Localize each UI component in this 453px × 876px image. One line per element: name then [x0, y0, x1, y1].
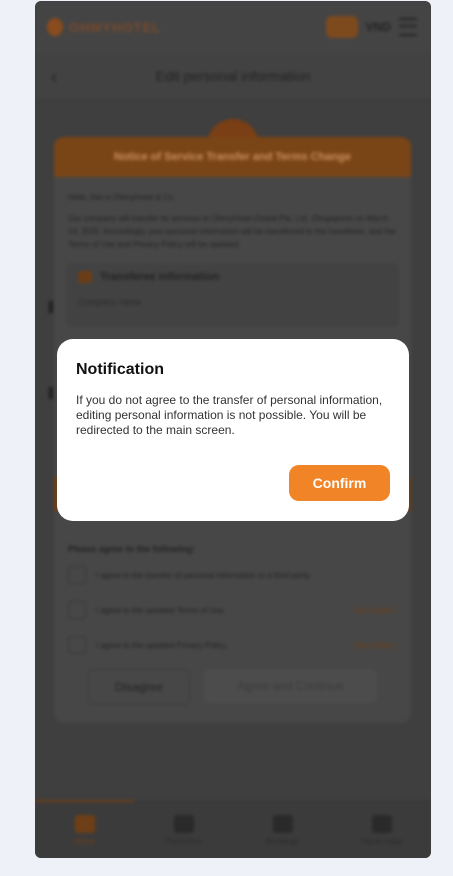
back-arrow-icon[interactable]: ‹ — [51, 67, 57, 88]
nav-label: Home — [73, 837, 96, 846]
brand-logo[interactable]: OHMYHOTEL — [47, 18, 161, 36]
home-icon — [74, 815, 95, 833]
nav-item-home[interactable]: Home — [35, 802, 134, 858]
agree-title: Please agree to the following: — [68, 544, 196, 554]
nav-item-promotion[interactable]: Promotion — [134, 802, 233, 858]
brand-name: OHMYHOTEL — [69, 19, 162, 35]
agreement-checkbox[interactable] — [68, 601, 86, 619]
bookings-icon — [272, 815, 293, 833]
company-name-label: Company name — [78, 297, 142, 307]
currency-icon[interactable] — [325, 16, 358, 38]
active-tab-indicator — [35, 800, 134, 802]
field-marker — [49, 387, 53, 399]
agreement-label: I agree to the updated Privacy Policy. — [96, 640, 228, 650]
nav-label: Trip & notes — [360, 837, 403, 846]
view-detail-link[interactable]: View detail › — [354, 606, 397, 615]
logo-icon — [47, 18, 63, 36]
page-title: Edit personal information — [155, 68, 311, 84]
agreement-label: I agree to the transfer of personal info… — [96, 570, 312, 580]
agreement-checkbox[interactable] — [68, 636, 86, 654]
notification-title: Notification — [76, 361, 164, 378]
agreement-row[interactable]: I agree to the updated Privacy Policy. V… — [68, 635, 397, 655]
transferee-info-box: Transferee information Company name — [66, 263, 399, 327]
agreement-row[interactable]: I agree to the transfer of personal info… — [68, 565, 397, 585]
agreement-checkbox[interactable] — [68, 566, 86, 584]
notes-icon — [371, 815, 392, 833]
terms-greeting: Hello, this is OhmyHotel & Co. — [68, 193, 176, 202]
agreement-label: I agree to the updated Terms of Use. — [96, 605, 226, 615]
field-marker — [49, 301, 53, 313]
nav-item-bookings[interactable]: Bookings — [233, 802, 332, 858]
terms-dialog-title: Notice of Service Transfer and Terms Cha… — [54, 137, 411, 177]
nav-label: Promotion — [165, 837, 202, 846]
confirm-button[interactable]: Confirm — [289, 465, 390, 501]
terms-body: Our company will transfer its services t… — [68, 214, 396, 249]
tag-icon — [173, 815, 194, 833]
building-icon — [78, 271, 92, 283]
notification-modal: Notification If you do not agree to the … — [57, 339, 409, 521]
disagree-button[interactable]: Disagree — [88, 669, 190, 705]
currency-label[interactable]: VND — [366, 20, 391, 34]
agree-continue-button[interactable]: Agree and Continue — [204, 669, 377, 703]
page-header: ‹ Edit personal information — [35, 53, 431, 100]
nav-item-trip-notes[interactable]: Trip & notes — [332, 802, 431, 858]
transferee-title: Transferee information — [100, 271, 220, 283]
notification-message: If you do not agree to the transfer of p… — [76, 393, 383, 437]
top-bar: OHMYHOTEL VND — [35, 1, 431, 53]
bottom-navigation: Home Promotion Bookings Trip & notes — [35, 800, 431, 858]
nav-label: Bookings — [266, 837, 299, 846]
menu-icon[interactable] — [399, 18, 417, 36]
view-detail-link[interactable]: View detail › — [354, 641, 397, 650]
agreement-row[interactable]: I agree to the updated Terms of Use. Vie… — [68, 600, 397, 620]
